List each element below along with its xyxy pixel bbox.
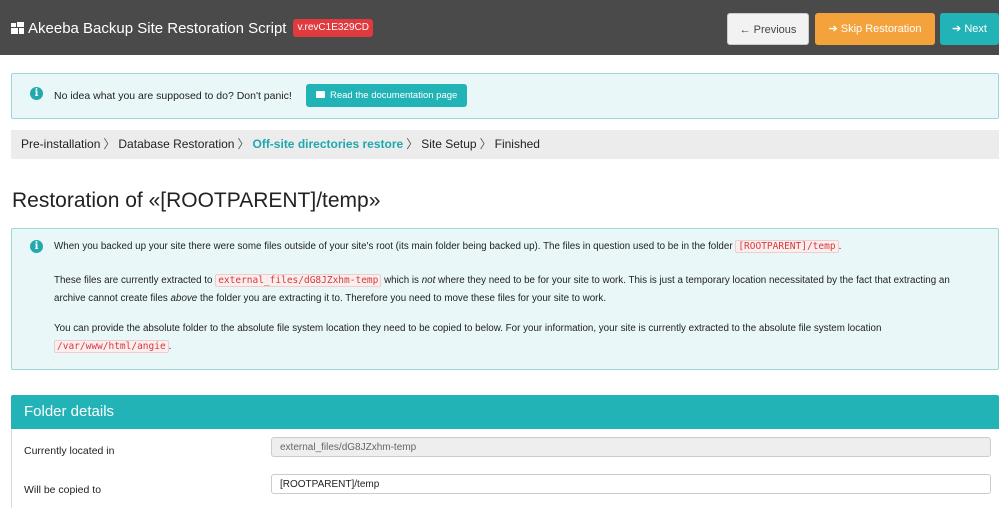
folder-details-heading: Folder details [11, 395, 999, 429]
book-icon [316, 91, 325, 98]
site-path-code: /var/www/html/angie [54, 340, 169, 353]
will-be-copied-label: Will be copied to [24, 484, 102, 496]
info-icon: i [30, 87, 43, 100]
page-title: Restoration of «[ROOTPARENT]/temp» [12, 189, 381, 212]
version-badge: v.revC1E329CD [293, 19, 373, 37]
help-notice: i No idea what you are supposed to do? D… [11, 73, 999, 119]
source-folder-code: [ROOTPARENT]/temp [735, 240, 839, 253]
app-title: Akeeba Backup Site Restoration Script [28, 19, 287, 37]
explanation-text: the folder you are extracting it to. The… [199, 293, 607, 304]
breadcrumb: Pre-installation 〉 Database Restoration 〉 Of… [11, 130, 999, 159]
breadcrumb-item-finished: Finished [494, 137, 540, 151]
emphasis-text: not [421, 275, 436, 286]
currently-located-field[interactable] [271, 437, 991, 457]
breadcrumb-separator: 〉 [237, 137, 250, 151]
explanation-text: When you backed up your site there were … [54, 241, 733, 252]
punctuation: . [168, 341, 172, 352]
breadcrumb-separator: 〉 [103, 137, 116, 151]
next-button[interactable]: ➔ Next [940, 13, 999, 45]
explanation-text: where they need to be for your site to w… [438, 275, 891, 286]
breadcrumb-item-preinstallation: Pre-installation [21, 137, 101, 151]
app-brand: Akeeba Backup Site Restoration Script v.… [11, 19, 373, 37]
breadcrumb-separator: 〉 [406, 137, 419, 151]
explanation-paragraph-1: When you backed up your site there were … [54, 238, 984, 256]
will-be-copied-field[interactable] [271, 474, 991, 494]
explanation-paragraph-3: You can provide the absolute folder to t… [54, 320, 984, 356]
akeeba-logo-icon [11, 21, 24, 34]
breadcrumb-item-site-setup: Site Setup [421, 137, 477, 151]
explanation-text: You can provide the absolute folder to t… [54, 323, 882, 334]
emphasis-text: above [170, 293, 198, 304]
read-documentation-label: Read the documentation page [330, 90, 458, 101]
breadcrumb-item-offsite-directories: Off-site directories restore [252, 137, 404, 151]
extracted-folder-code: external_files/dG8JZxhm-temp [215, 274, 382, 287]
read-documentation-button[interactable]: Read the documentation page [306, 84, 468, 107]
explanation-text: These files are currently extracted to [54, 275, 213, 286]
previous-button[interactable]: ← Previous [727, 13, 809, 45]
breadcrumb-item-database-restoration: Database Restoration [118, 137, 235, 151]
currently-located-label: Currently located in [24, 445, 115, 457]
info-icon: i [30, 240, 43, 253]
explanation-paragraph-2: These files are currently extracted to e… [54, 272, 984, 308]
breadcrumb-separator: 〉 [479, 137, 492, 151]
explanation-text: which is [384, 275, 419, 286]
skip-restoration-button[interactable]: ➔ Skip Restoration [815, 13, 935, 45]
help-notice-text: No idea what you are supposed to do? Don… [54, 90, 292, 102]
explanation-notice: i When you backed up your site there wer… [11, 228, 999, 370]
top-navbar: Akeeba Backup Site Restoration Script v.… [0, 0, 999, 55]
punctuation: . [838, 241, 842, 252]
